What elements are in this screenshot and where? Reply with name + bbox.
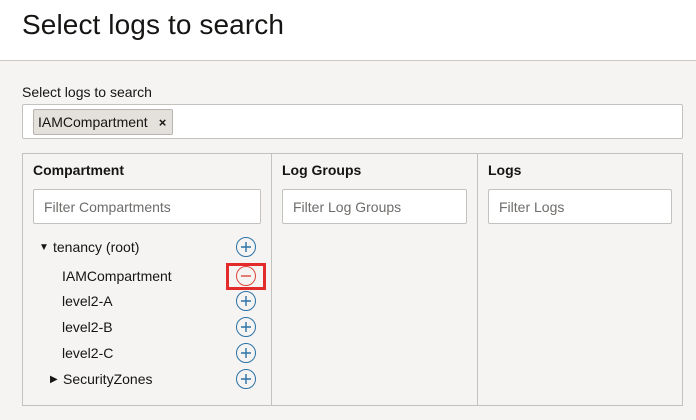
remove-icon[interactable] — [236, 266, 256, 286]
tree-item-label: level2-A — [62, 293, 113, 309]
selected-logs-field[interactable]: IAMCompartment × — [22, 104, 683, 139]
filter-compartments-input[interactable] — [33, 189, 261, 224]
filter-log-groups-input[interactable] — [282, 189, 467, 224]
add-icon[interactable] — [236, 369, 256, 389]
tree-item-label: level2-B — [62, 319, 113, 335]
compartment-heading: Compartment — [33, 162, 125, 178]
tree-item-level2-c[interactable]: level2-C — [23, 342, 271, 366]
tree-item-tenancy[interactable]: ▼ tenancy (root) — [23, 236, 271, 260]
logs-heading: Logs — [488, 162, 522, 178]
tree-item-level2-b[interactable]: level2-B — [23, 316, 271, 340]
page-title: Select logs to search — [22, 9, 285, 40]
filter-logs-input[interactable] — [488, 189, 672, 224]
content-area: Select logs to search IAMCompartment × C… — [0, 61, 696, 420]
add-icon[interactable] — [236, 237, 256, 257]
log-selection-panel: Compartment ▼ tenancy (root) IAMCompartm… — [22, 153, 683, 406]
tree-item-level2-a[interactable]: level2-A — [23, 290, 271, 314]
add-icon[interactable] — [236, 343, 256, 363]
chip-label: IAMCompartment — [38, 114, 148, 130]
page-header: Select logs to search — [0, 0, 696, 61]
log-groups-column: Log Groups — [272, 154, 478, 405]
add-icon[interactable] — [236, 291, 256, 311]
tree-item-label: IAMCompartment — [62, 268, 172, 284]
tree-item-securityzones[interactable]: ▶ SecurityZones — [23, 368, 271, 392]
tree-item-label: SecurityZones — [63, 371, 153, 387]
caret-down-icon[interactable]: ▼ — [39, 242, 49, 253]
log-groups-heading: Log Groups — [282, 162, 362, 178]
logs-column: Logs — [478, 154, 683, 405]
tree-item-label: level2-C — [62, 345, 114, 361]
tree-item-iamcompartment[interactable]: IAMCompartment — [23, 263, 271, 290]
tree-item-label: tenancy (root) — [53, 239, 140, 255]
caret-right-icon[interactable]: ▶ — [50, 374, 58, 385]
selected-chip-iamcompartment: IAMCompartment × — [33, 109, 174, 135]
add-icon[interactable] — [236, 317, 256, 337]
compartment-column: Compartment ▼ tenancy (root) IAMCompartm… — [23, 154, 272, 405]
selected-logs-label: Select logs to search — [22, 84, 152, 100]
chip-remove-icon[interactable]: × — [159, 115, 167, 130]
